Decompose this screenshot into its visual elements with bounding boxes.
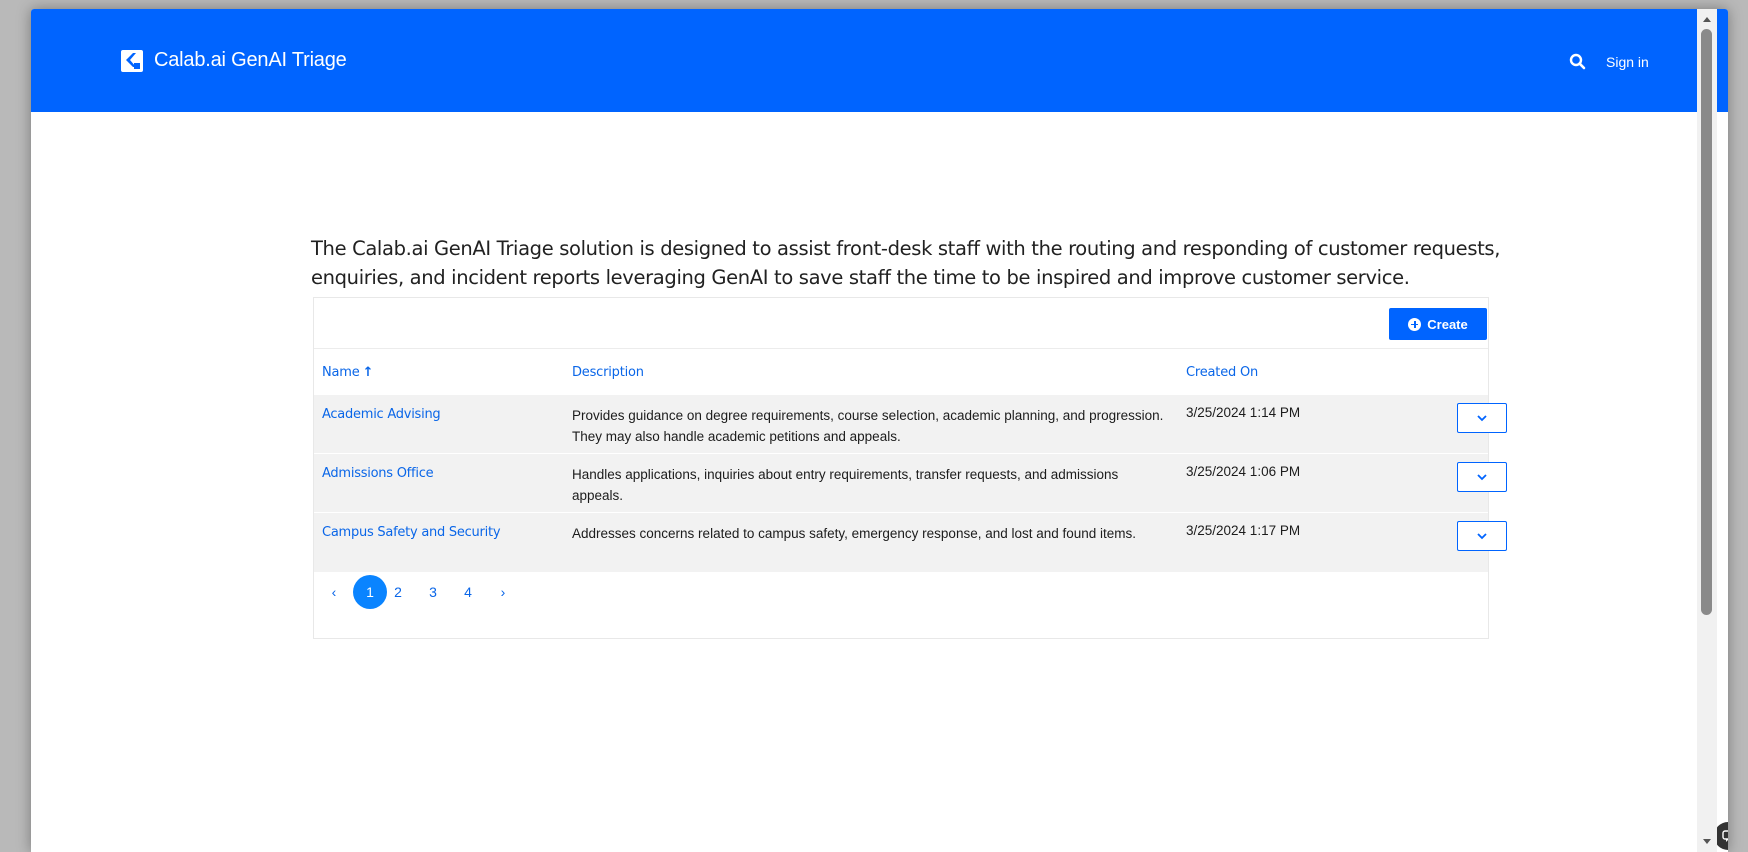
chat-bubble-icon	[1722, 830, 1728, 842]
arrow-up-icon: ↑	[362, 365, 374, 380]
create-button-label: Create	[1427, 316, 1468, 332]
pagination: ‹ 1 2 3 4 ›	[314, 575, 1488, 635]
row-created-on: 3/25/2024 1:06 PM	[1186, 464, 1301, 479]
pagination-next[interactable]: ›	[497, 575, 509, 609]
page-scrollbar[interactable]	[1697, 9, 1717, 852]
pagination-page[interactable]: 3	[427, 575, 439, 609]
top-navbar: Calab.ai GenAI Triage Sign in	[31, 9, 1728, 112]
column-header-description[interactable]: Description	[572, 365, 644, 380]
row-actions-dropdown[interactable]	[1457, 521, 1507, 551]
chevron-down-icon	[1477, 474, 1487, 481]
intro-line-1: The Calab.ai GenAI Triage solution is de…	[311, 237, 1501, 260]
pagination-page[interactable]: 2	[392, 575, 404, 609]
row-created-on: 3/25/2024 1:17 PM	[1186, 523, 1301, 538]
calab-logo-icon	[121, 49, 143, 72]
brand-link[interactable]: Calab.ai GenAI Triage	[121, 49, 347, 72]
plus-circle-icon	[1408, 317, 1422, 331]
column-header-name[interactable]: Name ↑	[322, 365, 373, 380]
row-name-link[interactable]: Campus Safety and Security	[322, 525, 501, 540]
scrollbar-thumb[interactable]	[1701, 29, 1712, 615]
scroll-down-arrow-icon[interactable]	[1703, 839, 1711, 844]
sign-in-link[interactable]: Sign in	[1606, 54, 1649, 70]
row-actions-dropdown[interactable]	[1457, 403, 1507, 433]
intro-line-2: enquiries, and incident reports leveragi…	[311, 266, 1410, 289]
row-description: Provides guidance on degree requirements…	[572, 408, 1164, 444]
search-icon[interactable]	[1569, 53, 1587, 71]
row-name-link[interactable]: Academic Advising	[322, 407, 441, 422]
row-description: Handles applications, inquiries about en…	[572, 467, 1119, 503]
queues-list-panel: Create Name ↑ Description Created On Acad…	[313, 297, 1507, 639]
row-name-link[interactable]: Admissions Office	[322, 466, 434, 481]
create-button[interactable]: Create	[1389, 308, 1487, 340]
list-toolbar: Create	[314, 298, 1488, 349]
pagination-page-current[interactable]: 1	[353, 575, 387, 609]
column-header-name-label: Name	[322, 365, 360, 380]
table-header: Name ↑ Description Created On	[314, 348, 1488, 394]
row-actions-dropdown[interactable]	[1457, 462, 1507, 492]
chevron-down-icon	[1477, 533, 1487, 540]
browser-window: Calab.ai GenAI Triage Sign in The Calab.…	[31, 9, 1728, 852]
chevron-down-icon	[1477, 415, 1487, 422]
column-header-created-on[interactable]: Created On	[1186, 365, 1258, 380]
brand-title: Calab.ai GenAI Triage	[154, 49, 347, 71]
table-row: Academic Advising Provides guidance on d…	[314, 394, 1507, 454]
row-description: Addresses concerns related to campus saf…	[572, 526, 1137, 541]
row-created-on: 3/25/2024 1:14 PM	[1186, 405, 1301, 420]
table-row: Admissions Office Handles applications, …	[314, 453, 1507, 513]
pagination-page[interactable]: 4	[462, 575, 474, 609]
intro-text: The Calab.ai GenAI Triage solution is de…	[311, 234, 1501, 292]
scroll-up-arrow-icon[interactable]	[1703, 17, 1711, 22]
pagination-prev[interactable]: ‹	[328, 575, 340, 609]
table-row: Campus Safety and Security Addresses con…	[314, 512, 1507, 572]
